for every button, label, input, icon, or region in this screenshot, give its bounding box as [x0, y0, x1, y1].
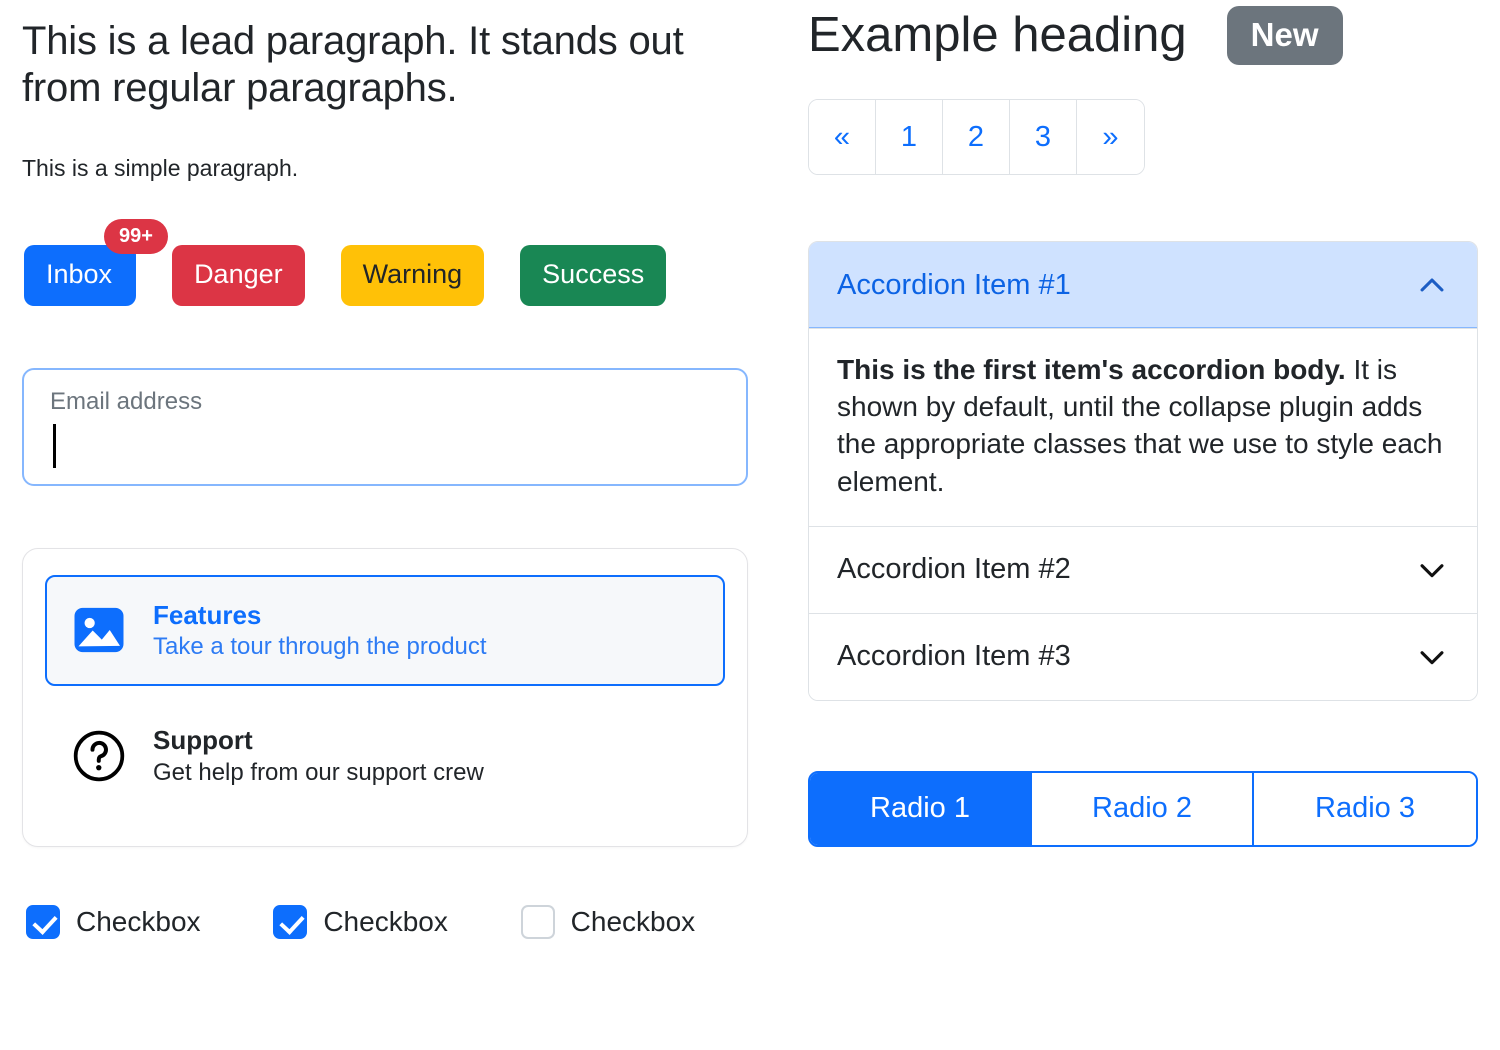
pagination-page-3[interactable]: 3 [1010, 100, 1077, 174]
checkbox-label-2: Checkbox [323, 905, 448, 937]
pagination-page-2[interactable]: 2 [943, 100, 1010, 174]
list-item-features-title: Features [153, 599, 262, 630]
pagination-page-1[interactable]: 1 [876, 100, 943, 174]
left-column: This is a lead paragraph. It stands out … [0, 0, 790, 1050]
accordion-header-1-label: Accordion Item #1 [837, 268, 1071, 301]
checkbox-input-1[interactable] [26, 904, 60, 939]
accordion-header-2[interactable]: Accordion Item #2 [809, 526, 1477, 613]
list-item-support-title: Support [153, 725, 253, 756]
warning-button[interactable]: Warning [340, 244, 485, 306]
checkbox-input-3[interactable] [520, 904, 555, 939]
danger-button[interactable]: Danger [172, 244, 305, 306]
image-icon [71, 602, 127, 658]
radio-button-1[interactable]: Radio 1 [810, 772, 1032, 845]
list-item-support[interactable]: Support Get help from our support crew [45, 700, 725, 812]
new-badge: New [1226, 6, 1343, 65]
list-group-card: Features Take a tour through the product… [22, 547, 748, 847]
inbox-button[interactable]: Inbox 99+ [24, 218, 168, 306]
list-item-features[interactable]: Features Take a tour through the product [45, 574, 725, 687]
accordion-header-2-label: Accordion Item #2 [837, 553, 1071, 586]
checkbox-label-3: Checkbox [570, 905, 696, 937]
accordion-item-3: Accordion Item #3 [809, 612, 1477, 700]
page-root: This is a lead paragraph. It stands out … [0, 0, 1500, 1050]
lead-paragraph: This is a lead paragraph. It stands out … [22, 19, 684, 111]
chevron-down-icon [1415, 553, 1449, 587]
checkbox-row: Checkbox Checkbox Checkbox [22, 904, 768, 939]
accordion-item-1: Accordion Item #1 This is the first item… [809, 242, 1477, 526]
checkbox-input-2[interactable] [273, 904, 308, 939]
accordion-item-2: Accordion Item #2 [809, 525, 1477, 613]
checkbox-item-2[interactable]: Checkbox [273, 904, 520, 939]
inbox-count-badge: 99+ [104, 218, 168, 254]
radio-button-2[interactable]: Radio 2 [1032, 772, 1254, 845]
text-cursor [53, 424, 56, 469]
list-item-support-subtitle: Get help from our support crew [153, 758, 484, 786]
pagination-previous[interactable]: « [809, 100, 876, 174]
success-button[interactable]: Success [520, 244, 667, 306]
checkbox-label-1: Checkbox [76, 905, 201, 937]
list-item-support-text: Support Get help from our support crew [153, 724, 484, 788]
accordion-header-3[interactable]: Accordion Item #3 [809, 613, 1477, 700]
accordion-header-1[interactable]: Accordion Item #1 [809, 242, 1477, 328]
pagination-next[interactable]: » [1077, 100, 1144, 174]
list-item-features-subtitle: Take a tour through the product [153, 633, 487, 661]
accordion-body-1: This is the first item's accordion body.… [809, 328, 1477, 526]
simple-paragraph: This is a simple paragraph. [22, 155, 299, 182]
radio-button-group: Radio 1 Radio 2 Radio 3 [808, 770, 1478, 847]
chevron-up-icon [1415, 268, 1449, 302]
radio-button-3[interactable]: Radio 3 [1254, 772, 1476, 845]
list-item-features-text: Features Take a tour through the product [153, 599, 487, 663]
page-title: Example heading [808, 7, 1187, 62]
pagination: « 1 2 3 » [808, 99, 1145, 175]
email-field[interactable]: Email address [22, 367, 748, 486]
email-field-label: Email address [50, 387, 203, 415]
checkbox-item-3[interactable]: Checkbox [520, 904, 768, 939]
checkbox-item-1[interactable]: Checkbox [26, 904, 273, 939]
accordion-body-1-bold: This is the first item's accordion body. [837, 354, 1346, 385]
right-column: Example heading New « 1 2 3 » Accordion … [790, 0, 1500, 1050]
question-circle-icon [71, 728, 127, 784]
button-row: Inbox 99+ Danger Warning Success [22, 218, 768, 306]
chevron-down-icon [1415, 640, 1449, 674]
heading-row: Example heading New [800, 6, 1470, 65]
inbox-button-label: Inbox [46, 258, 113, 289]
accordion-header-3-label: Accordion Item #3 [837, 640, 1071, 673]
accordion: Accordion Item #1 This is the first item… [808, 241, 1478, 701]
